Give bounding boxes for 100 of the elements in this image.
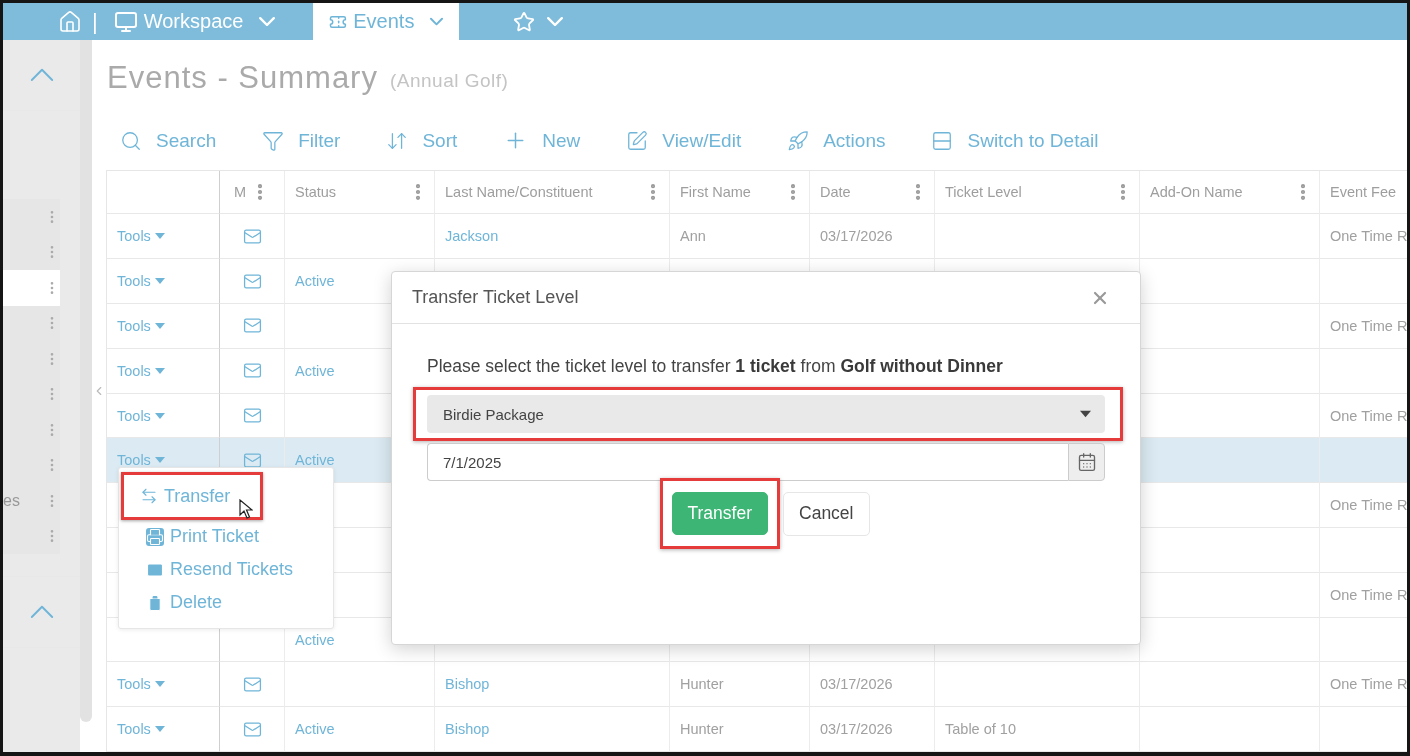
caret-icon: [154, 233, 165, 240]
name-link[interactable]: Bishop: [445, 676, 490, 693]
printer-icon: [146, 527, 164, 546]
status-text: Active: [295, 631, 335, 648]
edit-icon: [626, 129, 649, 152]
status-text: Active: [295, 362, 335, 379]
cancel-button[interactable]: Cancel: [783, 491, 870, 536]
tab-label: Workspace: [143, 10, 244, 33]
home-icon[interactable]: [58, 9, 82, 34]
mail-icon[interactable]: [242, 406, 262, 425]
tools-dropdown[interactable]: Tools: [117, 452, 165, 469]
search-icon: [120, 129, 142, 152]
table-row[interactable]: Tools Jackson Ann 03/17/2026 One Time R: [107, 214, 1407, 260]
table-cell: One Time R: [1330, 586, 1407, 603]
sidebar-item[interactable]: [3, 305, 60, 341]
caret-icon: [154, 457, 165, 464]
tools-dropdown[interactable]: Tools: [117, 676, 165, 693]
toolbar-button[interactable]: Filter: [262, 129, 341, 152]
transfer-button[interactable]: Transfer: [671, 492, 768, 535]
menu-item[interactable]: Print Ticket: [121, 520, 279, 553]
toolbar-button[interactable]: New: [503, 128, 581, 154]
page-subtitle: (Annual Golf): [389, 70, 509, 92]
caret-icon: [154, 278, 165, 285]
tools-dropdown[interactable]: Tools: [117, 317, 165, 334]
table-cell: One Time R: [1330, 676, 1407, 693]
tab-label: Events: [353, 10, 415, 33]
table-cell: Ann: [680, 228, 706, 245]
toolbar-button[interactable]: Switch to Detail: [931, 129, 1099, 152]
monitor-icon: [113, 9, 138, 34]
table-cell: Table of 10: [945, 721, 1016, 738]
arrows-icon: [140, 487, 158, 505]
status-text: Active: [295, 273, 335, 290]
tools-dropdown[interactable]: Tools: [117, 228, 165, 245]
table-cell: One Time R: [1330, 407, 1407, 424]
chevron-up-icon[interactable]: [29, 605, 54, 619]
tools-dropdown[interactable]: Tools: [117, 273, 165, 290]
toolbar-button[interactable]: View/Edit: [626, 129, 742, 152]
scrollbar[interactable]: [80, 40, 92, 722]
table-cell: One Time R: [1330, 228, 1407, 245]
menu-item[interactable]: Transfer: [121, 472, 264, 520]
table-row[interactable]: Tools Active Bishop Hunter 03/17/2026 Table of 10: [107, 707, 1407, 752]
sidebar-item[interactable]: [3, 270, 60, 306]
sidebar-item[interactable]: [3, 234, 60, 270]
name-link[interactable]: Bishop: [445, 721, 490, 738]
chevron-down-icon: [430, 17, 444, 26]
column-header: Last Name/Constituent: [445, 184, 593, 201]
column-header: M: [234, 184, 247, 201]
filter-icon: [262, 129, 285, 152]
toolbar-button[interactable]: Sort: [386, 129, 458, 152]
tools-dropdown[interactable]: Tools: [117, 362, 165, 379]
sidebar-item[interactable]: [3, 518, 60, 554]
rocket-icon: [787, 129, 810, 152]
caret-icon: [154, 681, 165, 688]
column-header: Add-On Name: [1150, 184, 1243, 201]
column-header: Event Fee: [1330, 184, 1397, 201]
nav-separator: |: [92, 8, 98, 35]
chevron-down-icon: [547, 17, 564, 26]
dialog-message: Please select the ticket level to transfer 1 ticket from Golf without Dinner: [427, 356, 1004, 377]
page-title: Events - Summary: [107, 60, 378, 96]
status-text: Active: [295, 721, 335, 738]
star-icon: [513, 10, 536, 33]
calendar-icon: [1076, 452, 1097, 472]
ticket-level-select[interactable]: Birdie Package: [427, 395, 1105, 433]
nav-tab[interactable]: Workspace: [97, 3, 292, 40]
status-text: Active: [295, 452, 335, 469]
trash-icon: [146, 593, 164, 612]
tools-dropdown[interactable]: Tools: [117, 407, 165, 424]
chevron-down-icon: [259, 17, 276, 26]
caret-icon: [154, 726, 165, 733]
calendar-button[interactable]: [1068, 443, 1105, 481]
column-header: Ticket Level: [945, 184, 1022, 201]
tools-dropdown[interactable]: Tools: [117, 721, 165, 738]
table-cell: 03/17/2026: [820, 676, 893, 693]
name-link[interactable]: Jackson: [445, 228, 499, 245]
date-field[interactable]: 7/1/2025: [427, 443, 1068, 481]
cursor-icon: [239, 499, 253, 519]
table-row[interactable]: Tools Bishop Hunter 03/17/2026 One Time R: [107, 662, 1407, 708]
column-header: Status: [295, 184, 337, 201]
sidebar-item[interactable]: es: [3, 483, 60, 519]
caret-icon: [154, 322, 165, 329]
caret-icon: [154, 412, 165, 419]
column-header: First Name: [680, 184, 751, 201]
sidebar-item[interactable]: [3, 199, 60, 235]
dropdown-caret-icon: [1080, 410, 1091, 418]
toolbar-button[interactable]: Search: [120, 129, 217, 152]
table-cell: One Time R: [1330, 497, 1407, 514]
nav-tab[interactable]: Events: [313, 3, 460, 40]
caret-icon: [154, 367, 165, 374]
menu-item[interactable]: Resend Tickets: [121, 553, 313, 586]
sidebar-label: es: [3, 491, 20, 510]
table-cell: 03/17/2026: [820, 228, 893, 245]
column-header: Date: [820, 184, 851, 201]
rows-icon: [931, 129, 954, 152]
table-cell: Hunter: [680, 676, 724, 693]
table-cell: One Time R: [1330, 317, 1407, 334]
chevron-up-icon[interactable]: [29, 68, 54, 82]
toolbar-button[interactable]: Actions: [787, 129, 886, 152]
table-cell: 03/17/2026: [820, 721, 893, 738]
menu-item[interactable]: Delete: [121, 586, 242, 619]
table-cell: Hunter: [680, 721, 724, 738]
